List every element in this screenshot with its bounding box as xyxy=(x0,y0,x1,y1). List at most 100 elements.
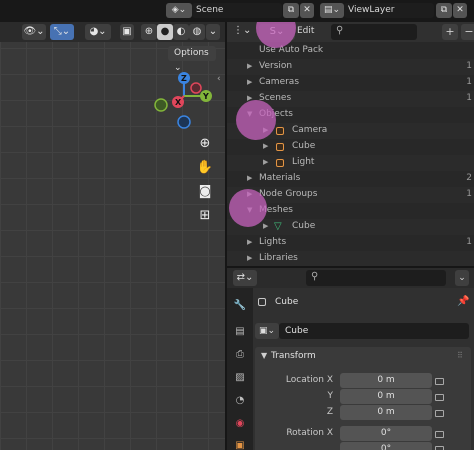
overlays-icon[interactable]: ◕⌄ xyxy=(85,24,111,40)
scene-tab-icon[interactable]: ◔ xyxy=(230,391,250,411)
shading-options-icon[interactable]: ⌄ xyxy=(206,24,220,40)
pin-icon[interactable]: 📌 xyxy=(457,296,469,307)
expand-triangle-icon[interactable]: ▶ xyxy=(247,235,252,251)
expand-triangle-icon[interactable]: ▶ xyxy=(247,59,252,75)
new-scene-icon[interactable]: ⧉ xyxy=(283,3,299,18)
mesh-icon: ▽ xyxy=(274,221,282,232)
expand-triangle-icon[interactable]: ▶ xyxy=(247,171,252,187)
scene-selector-icon[interactable]: ◈⌄ xyxy=(166,3,192,18)
expand-triangle-icon[interactable]: ▶ xyxy=(263,219,268,235)
options-label: Options xyxy=(174,48,209,58)
list-item[interactable]: ▶ Version 1 xyxy=(227,59,474,75)
selectability-icon[interactable]: ⤡⌄ xyxy=(50,24,74,40)
rendered-shading-icon[interactable]: ◍ xyxy=(189,24,205,40)
expand-triangle-icon[interactable]: ▶ xyxy=(247,251,252,266)
row-label: Light xyxy=(292,157,315,167)
row-count: 1 xyxy=(466,61,472,71)
list-item[interactable]: ▶ Cube xyxy=(227,139,474,155)
row-label: Materials xyxy=(259,173,301,183)
editor-type-icon[interactable]: ⇄⌄ xyxy=(233,270,257,286)
row-label: Cube xyxy=(292,221,316,231)
rotation-y-field[interactable]: 0° xyxy=(340,442,432,450)
location-x-label: Location X xyxy=(285,375,333,385)
lock-icon[interactable] xyxy=(435,431,444,438)
viewlayer-selector-icon[interactable]: ▤⌄ xyxy=(320,3,344,18)
location-y-label: Y xyxy=(327,391,334,401)
list-item[interactable]: ▶ Libraries xyxy=(227,251,474,266)
gizmo-neg-x-circle[interactable] xyxy=(190,82,202,94)
list-item[interactable]: Use Auto Pack xyxy=(227,43,474,59)
pan-hand-icon[interactable]: ✋ xyxy=(195,158,215,178)
object-tab-icon[interactable]: ▣ xyxy=(230,436,250,450)
zoom-icon[interactable]: ⊕ xyxy=(195,134,215,154)
viewlayer-name-field[interactable]: ViewLayer xyxy=(344,3,434,18)
scene-name-field[interactable]: Scene xyxy=(192,3,282,18)
gizmo-neg-y-circle[interactable] xyxy=(154,98,168,112)
row-label: Cameras xyxy=(259,77,300,87)
outliner-search-input[interactable]: ⚲ xyxy=(331,24,417,40)
editor-type-icon[interactable]: ⋮⌄ xyxy=(233,25,251,36)
row-label: Libraries xyxy=(259,253,298,263)
remove-datablock-icon[interactable]: − xyxy=(461,24,474,40)
view-layer-tab-icon[interactable]: ▨ xyxy=(230,368,250,388)
wireframe-shading-icon[interactable]: ⊕ xyxy=(141,24,157,40)
rotation-x-field[interactable]: 0° xyxy=(340,426,432,441)
tool-tab-icon[interactable]: 🔧 xyxy=(230,296,250,316)
outliner-panel: ⋮⌄ S⌄ Edit ⚲ + − Use Auto Pack ▶ Version… xyxy=(227,22,474,266)
list-item[interactable]: ▶ Cameras 1 xyxy=(227,75,474,91)
new-datablock-icon[interactable]: + xyxy=(442,24,458,40)
expand-triangle-icon[interactable]: ▶ xyxy=(263,155,268,171)
row-count: 1 xyxy=(466,77,472,87)
lock-icon[interactable] xyxy=(435,410,444,417)
chevron-down-icon[interactable]: ⌄ xyxy=(455,270,469,286)
delete-scene-icon[interactable]: ✕ xyxy=(300,3,314,18)
object-visibility-icon[interactable]: 👁⌄ xyxy=(22,24,46,40)
lock-icon[interactable] xyxy=(435,446,444,450)
object-icon xyxy=(258,298,266,306)
properties-search-input[interactable]: ⚲ xyxy=(306,270,446,286)
camera-view-icon[interactable]: ◙ xyxy=(195,182,215,202)
object-icon xyxy=(276,143,284,151)
drag-handle-icon[interactable]: ⠿ xyxy=(457,351,463,360)
row-count: 1 xyxy=(466,189,472,199)
xray-toggle-icon[interactable]: ▣ xyxy=(120,24,134,40)
delete-viewlayer-icon[interactable]: ✕ xyxy=(453,3,467,18)
list-item[interactable]: ▶ Lights 1 xyxy=(227,235,474,251)
list-item[interactable]: ▶ Light xyxy=(227,155,474,171)
row-label: Cube xyxy=(292,141,316,151)
object-browse-icon[interactable]: ▣⌄ xyxy=(255,323,279,339)
list-item[interactable]: ▶ ▽ Cube xyxy=(227,219,474,235)
collapse-triangle-icon[interactable]: ▼ xyxy=(261,351,267,360)
gizmo-y-label: Y xyxy=(202,92,209,101)
render-tab-icon[interactable]: ▤ xyxy=(230,322,250,342)
location-z-label: Z xyxy=(326,407,333,417)
list-item[interactable]: ▶ Materials 2 xyxy=(227,171,474,187)
click-highlight xyxy=(229,189,267,227)
gizmo-neg-z-circle[interactable] xyxy=(177,115,191,129)
material-shading-icon[interactable]: ◐ xyxy=(173,24,189,40)
row-label: Camera xyxy=(292,125,328,135)
lock-icon[interactable] xyxy=(435,394,444,401)
options-dropdown[interactable]: Options ⌄ xyxy=(168,46,216,73)
object-icon xyxy=(276,159,284,167)
edit-menu[interactable]: Edit xyxy=(297,26,314,36)
new-viewlayer-icon[interactable]: ⧉ xyxy=(436,3,452,18)
row-count: 2 xyxy=(466,173,472,183)
object-name-field[interactable]: Cube xyxy=(279,323,469,339)
expand-triangle-icon[interactable]: ▶ xyxy=(263,139,268,155)
row-count: 1 xyxy=(466,93,472,103)
navigation-gizmo[interactable]: Z Y X xyxy=(150,66,220,134)
world-tab-icon[interactable]: ◉ xyxy=(230,414,250,434)
transform-panel-title[interactable]: Transform xyxy=(271,351,316,361)
row-label: Version xyxy=(259,61,293,71)
top-bar: ◈⌄ Scene ⧉ ✕ ▤⌄ ViewLayer ⧉ ✕ xyxy=(0,0,474,22)
output-tab-icon[interactable]: ⎙ xyxy=(230,345,250,365)
location-x-field[interactable]: 0 m xyxy=(340,373,432,388)
ortho-grid-icon[interactable]: ⊞ xyxy=(195,206,215,226)
expand-triangle-icon[interactable]: ▶ xyxy=(247,75,252,91)
lock-icon[interactable] xyxy=(435,378,444,385)
click-highlight xyxy=(236,100,276,140)
solid-shading-icon[interactable]: ● xyxy=(157,24,173,40)
location-z-field[interactable]: 0 m xyxy=(340,405,432,420)
location-y-field[interactable]: 0 m xyxy=(340,389,432,404)
